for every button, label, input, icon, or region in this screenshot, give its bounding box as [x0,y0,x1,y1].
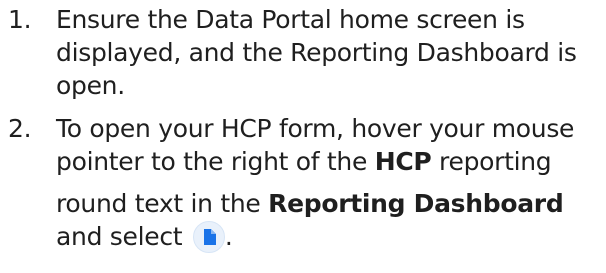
document-icon [192,221,225,253]
step-1: 1. Ensure the Data Portal home screen is… [0,3,606,102]
step-text-part: and select [56,222,190,251]
reporting-dashboard-term: Reporting Dashboard [268,189,564,218]
step-number: 2. [8,114,32,143]
step-text-part: . [224,222,233,251]
hcp-term: HCP [374,147,432,176]
step-number: 1. [8,5,32,34]
instruction-steps: 1. Ensure the Data Portal home screen is… [0,0,606,253]
step-text: Ensure the Data Portal home screen is di… [56,5,577,100]
step-2: 2. To open your HCP form, hover your mou… [0,112,606,253]
